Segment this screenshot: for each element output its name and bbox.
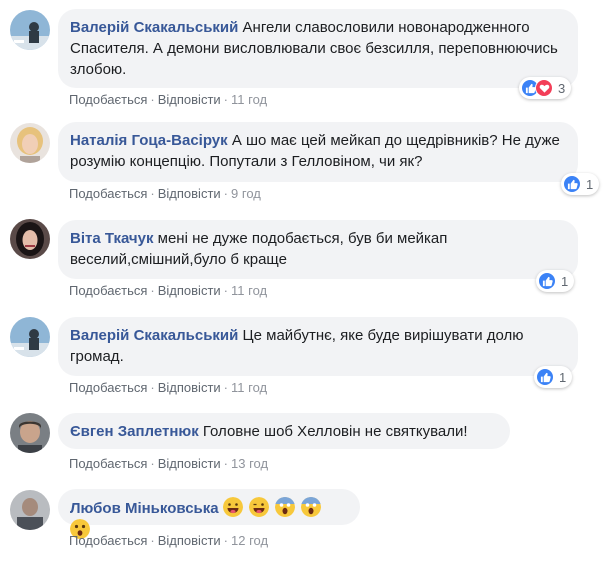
comment-actions: Подобається · Відповісти · 9 год <box>69 186 261 201</box>
timestamp[interactable]: 13 год <box>231 456 268 471</box>
comment-actions: Подобається · Відповісти · 13 год <box>69 456 269 471</box>
comment-bubble: Наталія Гоца-Васірук А шо має цей мейкап… <box>58 122 578 182</box>
avatar[interactable] <box>10 413 50 453</box>
reply-link[interactable]: Відповісти <box>158 283 221 298</box>
like-icon <box>538 272 556 290</box>
avatar[interactable] <box>10 219 50 259</box>
reply-link[interactable]: Відповісти <box>158 380 221 395</box>
reaction-count: 3 <box>558 80 566 96</box>
reaction-count: 1 <box>561 273 569 289</box>
like-link[interactable]: Подобається <box>69 456 147 471</box>
author-name[interactable]: Віта Ткачук <box>70 230 153 247</box>
reply-link[interactable]: Відповісти <box>158 186 221 201</box>
screaming-emoji <box>275 497 296 517</box>
like-link[interactable]: Подобається <box>69 186 147 201</box>
reply-link[interactable]: Відповісти <box>158 92 221 107</box>
comment-bubble: Євген Заплетнюк Головне шоб Хелловін не … <box>58 413 510 449</box>
like-link[interactable]: Подобається <box>69 92 147 107</box>
like-link[interactable]: Подобається <box>69 283 147 298</box>
user-photo-icon <box>10 219 50 259</box>
like-link[interactable]: Подобається <box>69 533 147 548</box>
user-photo-icon <box>10 10 50 50</box>
comment-actions: Подобається · Відповісти · 12 год <box>69 533 269 548</box>
reaction-count: 1 <box>559 369 567 385</box>
comment-actions: Подобається · Відповісти · 11 год <box>69 92 268 107</box>
comment-bubble: Валерій Скакальський Ангели славословили… <box>58 9 578 88</box>
author-name[interactable]: Любов Міньковська <box>70 500 219 517</box>
comment-actions: Подобається · Відповісти · 11 год <box>69 380 268 395</box>
comment-bubble: Валерій Скакальський Це майбутнє, яке бу… <box>58 317 578 376</box>
comment-text: Головне шоб Хелловін не святкували! <box>202 423 468 440</box>
user-photo-icon <box>10 413 50 453</box>
avatar[interactable] <box>10 317 50 357</box>
love-icon <box>535 79 553 97</box>
timestamp[interactable]: 11 год <box>231 283 267 298</box>
reaction-count: 1 <box>586 176 594 192</box>
user-photo-icon <box>10 317 50 357</box>
timestamp[interactable]: 12 год <box>231 533 268 548</box>
like-link[interactable]: Подобається <box>69 380 147 395</box>
like-icon <box>563 175 581 193</box>
reactions-summary[interactable]: 1 <box>536 270 575 292</box>
comment-bubble: Любов Міньковська <box>58 489 360 539</box>
author-name[interactable]: Наталія Гоца-Васірук <box>70 132 228 149</box>
avatar[interactable] <box>10 490 50 530</box>
author-name[interactable]: Валерій Скакальський <box>70 19 238 36</box>
author-name[interactable]: Валерій Скакальський <box>70 327 238 344</box>
reply-link[interactable]: Відповісти <box>158 533 221 548</box>
avatar[interactable] <box>10 123 50 163</box>
reactions-summary[interactable]: 3 <box>519 77 572 99</box>
comment-actions: Подобається · Відповісти · 11 год <box>69 283 268 298</box>
user-photo-icon <box>10 490 50 530</box>
like-icon <box>536 368 554 386</box>
reactions-summary[interactable]: 1 <box>534 366 573 388</box>
timestamp[interactable]: 11 год <box>231 92 267 107</box>
user-photo-icon <box>10 123 50 163</box>
reply-link[interactable]: Відповісти <box>158 456 221 471</box>
grinning-tongue-emoji <box>222 497 243 517</box>
comment-bubble: Віта Ткачук мені не дуже подобається, бу… <box>58 220 578 279</box>
timestamp[interactable]: 9 год <box>231 186 261 201</box>
screaming-emoji <box>301 497 322 517</box>
avatar[interactable] <box>10 10 50 50</box>
winking-tongue-emoji <box>248 497 269 517</box>
timestamp[interactable]: 11 год <box>231 380 267 395</box>
author-name[interactable]: Євген Заплетнюк <box>70 423 199 440</box>
reactions-summary[interactable]: 1 <box>561 173 600 195</box>
